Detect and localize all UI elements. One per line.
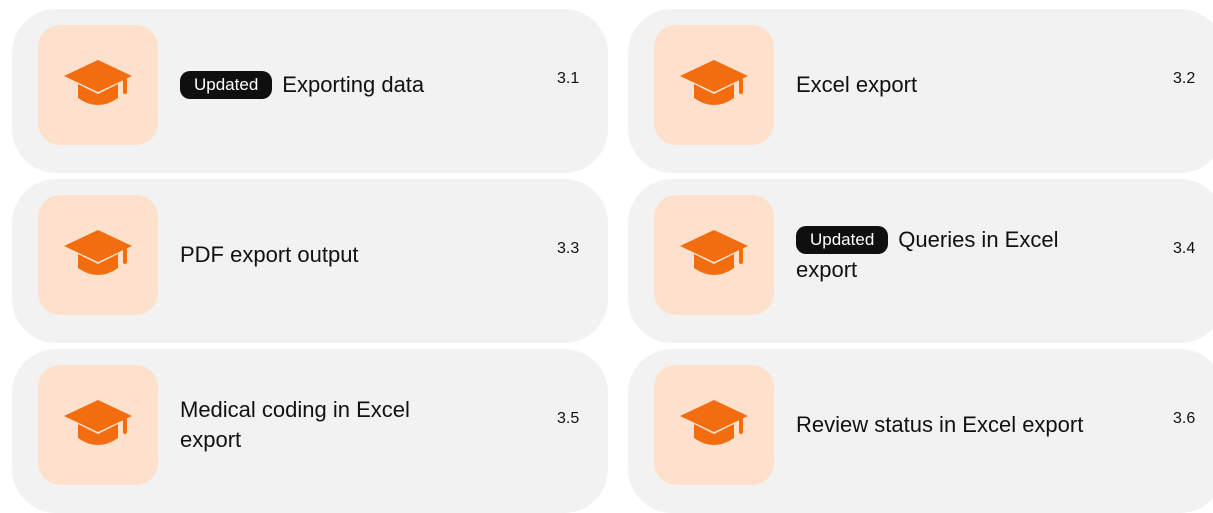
graduation-cap-icon bbox=[654, 25, 774, 145]
graduation-cap-icon bbox=[654, 365, 774, 485]
graduation-cap-icon bbox=[38, 365, 158, 485]
course-card-3-2[interactable]: Excel export 3.2 bbox=[628, 9, 1213, 173]
course-card-3-6[interactable]: Review status in Excel export 3.6 bbox=[628, 349, 1213, 513]
course-number: 3.3 bbox=[557, 240, 580, 257]
course-card-3-4[interactable]: Updated Queries in Excel export 3.4 bbox=[628, 179, 1213, 343]
course-number: 3.1 bbox=[557, 70, 580, 87]
course-title-text: Excel export bbox=[796, 72, 918, 97]
graduation-cap-icon-svg bbox=[64, 230, 132, 275]
course-card-3-3[interactable]: PDF export output 3.3 bbox=[12, 179, 608, 343]
graduation-cap-icon-svg bbox=[64, 60, 132, 105]
graduation-cap-icon-svg bbox=[680, 60, 748, 105]
course-number: 3.6 bbox=[1173, 410, 1196, 427]
course-title: Medical coding in Excel export bbox=[180, 395, 470, 455]
course-title-text: Exporting data bbox=[282, 72, 425, 97]
graduation-cap-icon bbox=[38, 195, 158, 315]
updated-badge: Updated bbox=[180, 71, 273, 99]
course-title-text: Medical coding in Excel export bbox=[180, 397, 410, 452]
graduation-cap-icon-svg bbox=[680, 230, 748, 275]
course-number: 3.4 bbox=[1173, 240, 1196, 257]
course-card-3-1[interactable]: Updated Exporting data 3.1 bbox=[12, 9, 608, 173]
updated-badge: Updated bbox=[796, 226, 889, 254]
course-grid: Updated Exporting data 3.1 Excel export 3… bbox=[0, 0, 1213, 513]
course-title: Updated Queries in Excel export bbox=[796, 225, 1096, 285]
graduation-cap-icon-svg bbox=[64, 400, 132, 445]
course-title: Review status in Excel export bbox=[796, 410, 1083, 440]
course-title: Excel export bbox=[796, 70, 917, 100]
course-title: Updated Exporting data bbox=[180, 70, 424, 100]
course-title: PDF export output bbox=[180, 240, 359, 270]
course-title-text: PDF export output bbox=[180, 242, 359, 267]
graduation-cap-icon bbox=[654, 195, 774, 315]
course-number: 3.5 bbox=[557, 410, 580, 427]
course-title-text: Review status in Excel export bbox=[796, 412, 1084, 437]
graduation-cap-icon-svg bbox=[680, 400, 748, 445]
course-card-3-5[interactable]: Medical coding in Excel export 3.5 bbox=[12, 349, 608, 513]
graduation-cap-icon bbox=[38, 25, 158, 145]
course-number: 3.2 bbox=[1173, 70, 1196, 87]
